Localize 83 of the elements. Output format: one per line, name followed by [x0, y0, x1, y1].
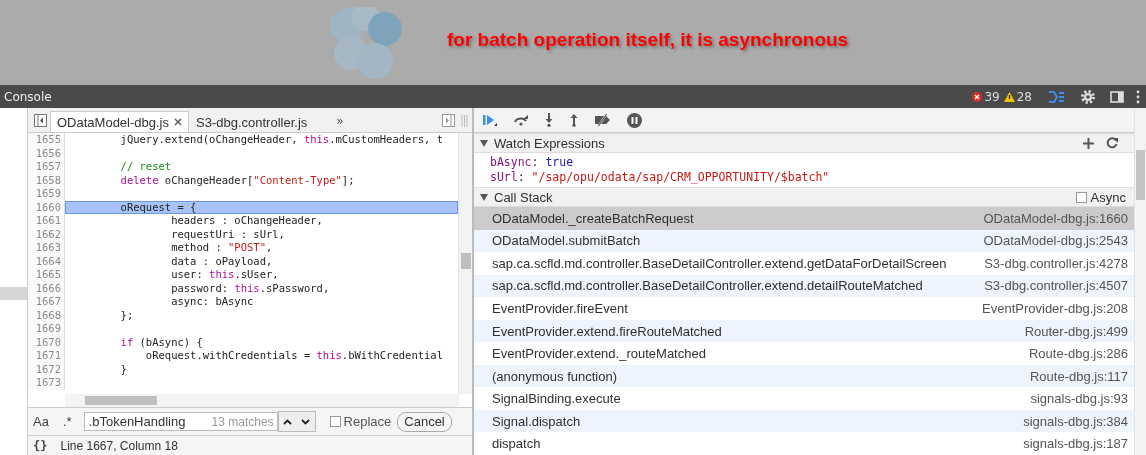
- call-frame[interactable]: EventProvider.fireEvent EventProvider-dbg.js:208: [474, 297, 1134, 320]
- toggle-debugger-icon[interactable]: [442, 114, 455, 127]
- pause-icon[interactable]: [627, 112, 642, 128]
- line-number: 1665: [28, 268, 65, 282]
- vertical-scrollbar[interactable]: [1134, 108, 1146, 455]
- file-tab[interactable]: ODataModel-dbg.js: [50, 111, 189, 132]
- close-icon[interactable]: [174, 118, 182, 126]
- line-number: 1667: [28, 295, 65, 309]
- code-line: data : oPayload,: [170, 254, 274, 268]
- dock-icon[interactable]: [1110, 90, 1124, 103]
- code-line: // reset: [119, 160, 173, 174]
- code-line: user: this.sUser,: [170, 268, 280, 282]
- call-frame[interactable]: SignalBinding.execute signals-dbg.js:93: [474, 387, 1134, 410]
- call-frame[interactable]: sap.ca.scfld.md.controller.BaseDetailController.extend.getDataForDetailScreen S3-dbg.controller.js:4278: [474, 252, 1134, 275]
- error-icon: [972, 91, 983, 102]
- call-frame[interactable]: Signal.dispatch signals-dbg.js:384: [474, 409, 1134, 433]
- file-tab[interactable]: S3-dbg.controller.js: [189, 111, 315, 132]
- settings-icon[interactable]: [1080, 88, 1096, 105]
- drag-handle-icon[interactable]: [461, 115, 468, 127]
- add-icon[interactable]: [1083, 137, 1094, 149]
- console-drawer-icon[interactable]: [1048, 90, 1064, 103]
- call-frame[interactable]: sap.ca.scfld.md.controller.BaseDetailController.extend.detailRouteMatched S3-dbg.controller.js:4507: [474, 274, 1134, 298]
- section-title: Watch Expressions: [494, 135, 605, 151]
- code-line: requestUri : sUrl,: [170, 227, 286, 241]
- call-frame[interactable]: dispatch signals-dbg.js:187: [474, 432, 1134, 455]
- expand-triangle-icon[interactable]: [480, 193, 488, 201]
- warning-count: 28: [1016, 89, 1032, 104]
- expand-triangle-icon[interactable]: [480, 139, 488, 147]
- watch-expression: sUrl: "/sap/opu/odata/sap/CRM_OPPORTUNITY/$batch": [490, 170, 831, 185]
- regex-toggle[interactable]: .*: [62, 414, 72, 429]
- call-frame[interactable]: ODataModel._createBatchRequest ODataModel-dbg.js:1660: [474, 207, 1134, 230]
- chevron-up-icon: [283, 418, 293, 425]
- more-tabs-button[interactable]: »: [336, 114, 344, 128]
- console-title[interactable]: Console: [4, 89, 52, 104]
- line-number: 1663: [28, 241, 65, 255]
- call-frame[interactable]: EventProvider.extend.fireRouteMatched Router-dbg.js:499: [474, 319, 1134, 343]
- code-line: jQuery.extend(oChangeHeader, this.mCustomHeaders, t: [119, 133, 444, 147]
- warning-icon: [1003, 91, 1015, 102]
- chevron-down-icon: [301, 418, 311, 425]
- code-line: headers : oChangeHeader,: [170, 214, 324, 228]
- cursor-position: Line 1667, Column 18: [60, 438, 178, 453]
- code-line: delete oChangeHeader["Content-Type"];: [119, 173, 356, 187]
- deactivate-breakpoints-icon[interactable]: [594, 113, 612, 127]
- more-icon[interactable]: [1136, 89, 1140, 104]
- step-out-icon[interactable]: [569, 113, 579, 127]
- call-frame[interactable]: (anonymous function) Route-dbg.js:117: [474, 364, 1134, 388]
- pretty-print-button[interactable]: {}: [33, 438, 48, 453]
- code-line: async: bAsync: [170, 295, 255, 309]
- step-into-icon[interactable]: [544, 113, 554, 127]
- match-count: 13 matches: [211, 415, 274, 429]
- code-line: }: [119, 362, 128, 376]
- call-stack-header[interactable]: Call Stack Async: [474, 187, 1134, 207]
- refresh-icon[interactable]: [1106, 137, 1118, 149]
- watch-header[interactable]: Watch Expressions: [474, 133, 1134, 153]
- annotation-text: for batch operation itself, it is asynchronous: [447, 28, 849, 51]
- line-number: 1673: [28, 376, 65, 390]
- replace-label: Replace: [343, 414, 392, 429]
- replace-checkbox[interactable]: [329, 416, 341, 427]
- toggle-navigator-icon[interactable]: [34, 114, 47, 127]
- line-number: 1669: [28, 322, 65, 336]
- async-checkbox[interactable]: [1075, 191, 1087, 203]
- code-line: method : "POST",: [170, 241, 274, 255]
- watch-expression: bAsync: true: [490, 155, 575, 170]
- async-label: Async: [1090, 189, 1126, 205]
- code-line: if (bAsync) {: [119, 335, 204, 349]
- horizontal-scrollbar[interactable]: [65, 394, 459, 407]
- code-line: oRequest.withCredentials = this.bWithCredential: [144, 349, 444, 363]
- call-frame[interactable]: EventProvider.extend._routeMatched Route-dbg.js:286: [474, 342, 1134, 365]
- cancel-button[interactable]: Cancel: [397, 411, 452, 432]
- code-line: };: [119, 308, 135, 322]
- vertical-scrollbar[interactable]: [458, 133, 472, 394]
- line-number: 1671: [28, 349, 65, 363]
- line-number: 1657: [28, 160, 65, 174]
- error-count: 39: [984, 89, 1000, 104]
- match-case-toggle[interactable]: Aa: [33, 414, 49, 429]
- call-frame[interactable]: ODataModel.submitBatch ODataModel-dbg.js:2543: [474, 229, 1134, 253]
- resume-icon[interactable]: [482, 113, 498, 127]
- section-title: Call Stack: [494, 189, 553, 205]
- line-number: 1655: [28, 133, 65, 147]
- code-line: password: this.sPassword,: [170, 281, 331, 295]
- step-over-icon[interactable]: [513, 114, 529, 126]
- line-number: 1661: [28, 214, 65, 228]
- line-number: 1659: [28, 187, 65, 201]
